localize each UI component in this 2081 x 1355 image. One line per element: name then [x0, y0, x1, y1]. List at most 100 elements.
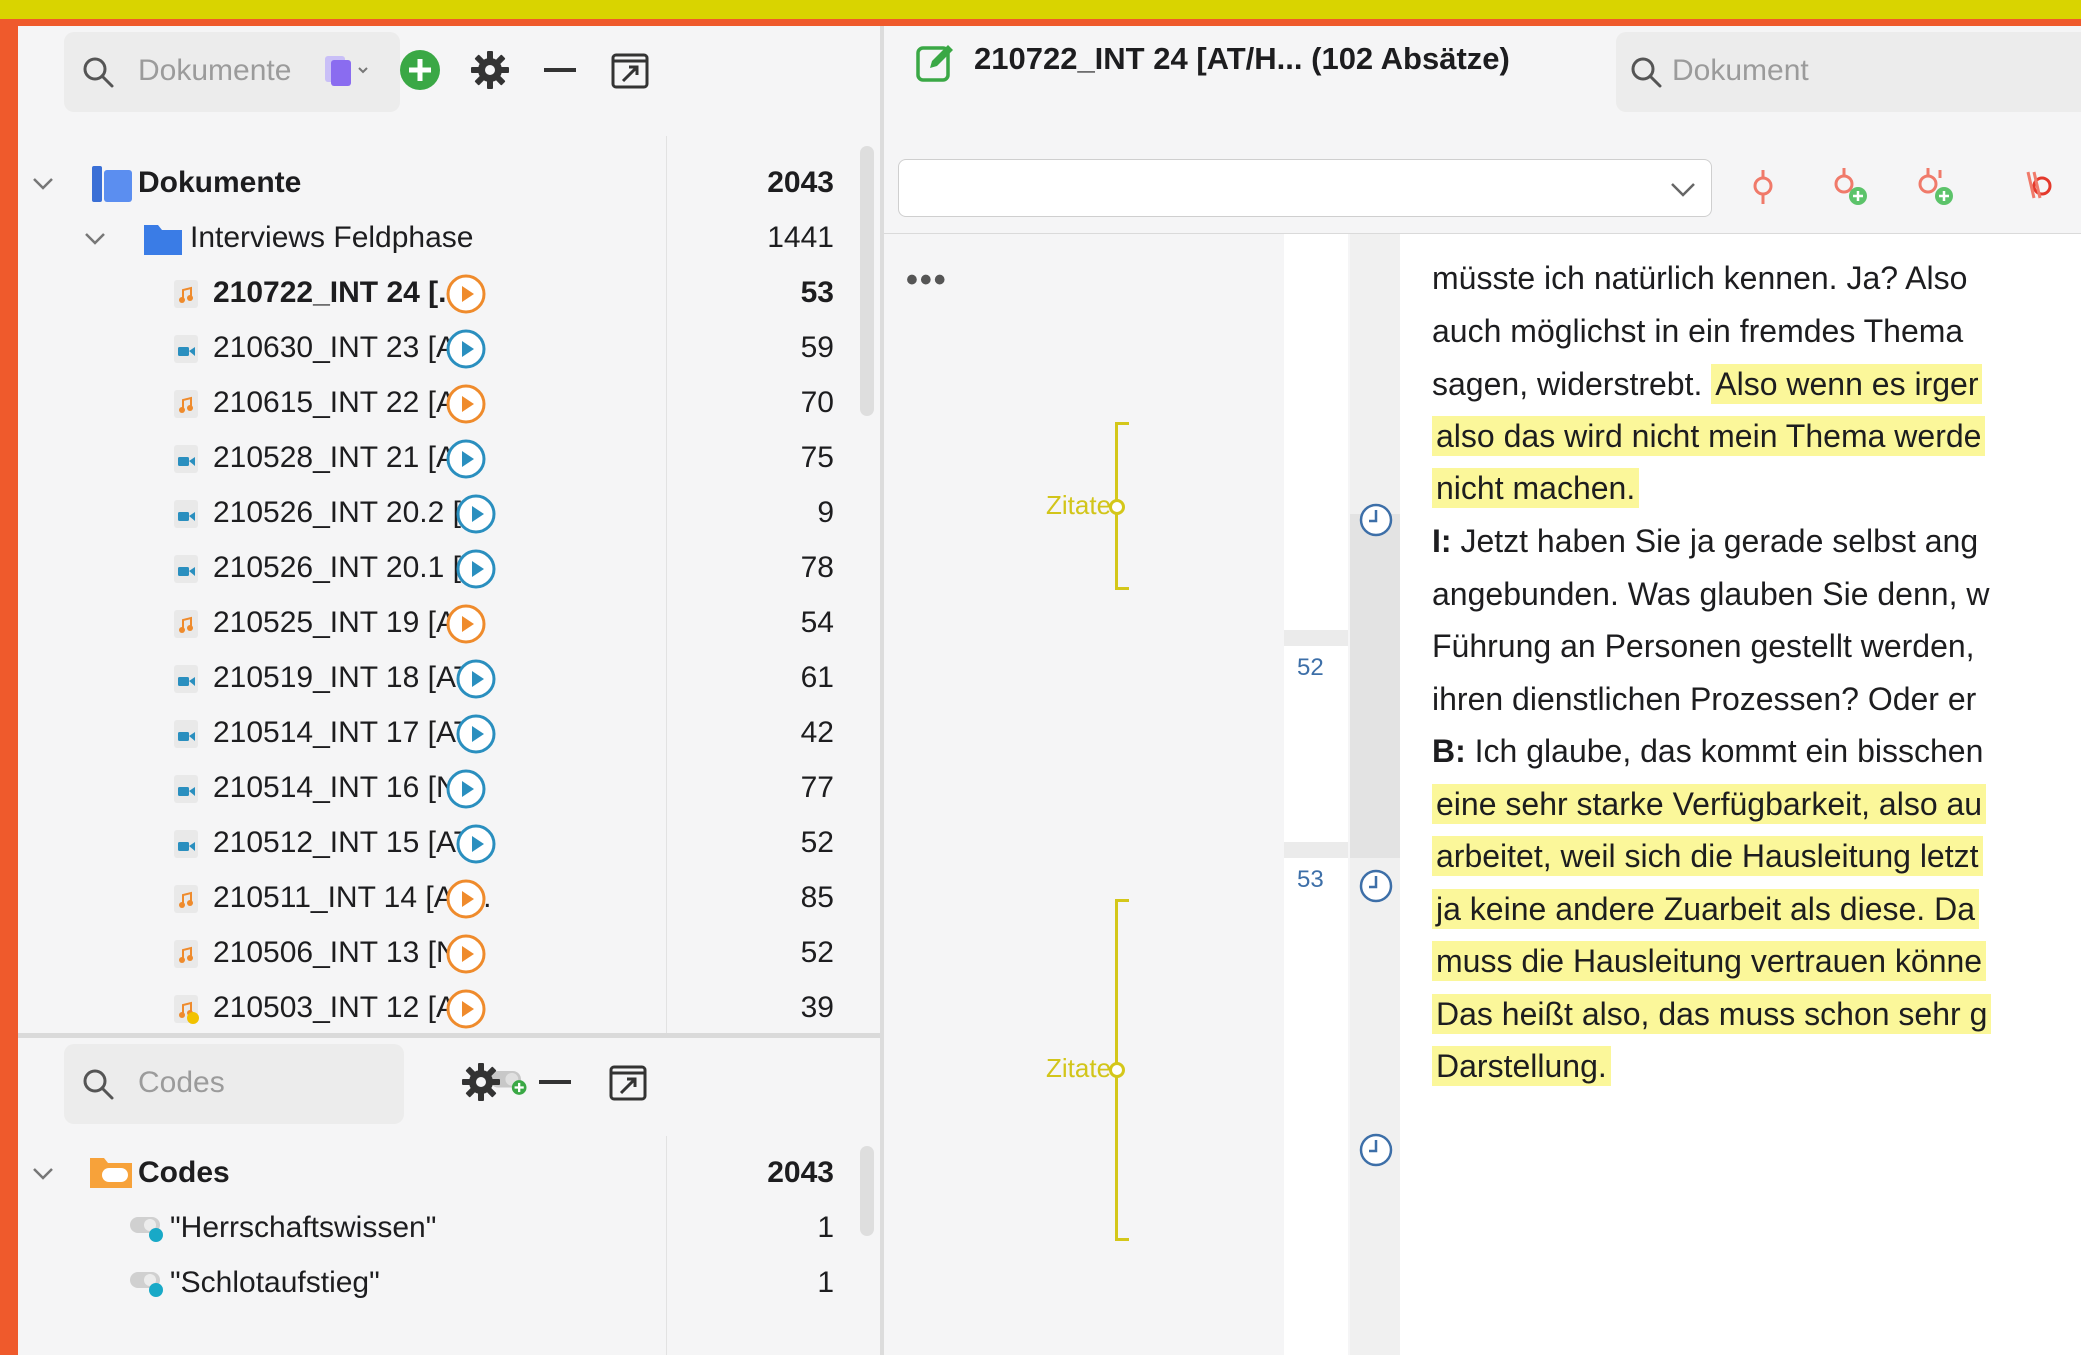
document-label: 210525_INT 19 [A...: [213, 606, 481, 639]
transcript-line[interactable]: sagen, widerstrebt. Also wenn es irger: [1432, 362, 1983, 406]
code-in-vivo-icon[interactable]: [1910, 164, 1960, 212]
document-row[interactable]: 210528_INT 21 [A... 75: [18, 431, 858, 486]
document-row[interactable]: 210511_INT 14 [AT... 85: [18, 871, 858, 926]
transcript-line[interactable]: auch möglichst in ein fremdes Thema: [1432, 309, 1963, 353]
document-row[interactable]: 210630_INT 23 [A... 59: [18, 321, 858, 376]
coding-stripe-anchor-2[interactable]: [1109, 1062, 1125, 1078]
coded-segment[interactable]: ja keine andere Zuarbeit als diese. Da: [1432, 889, 1979, 929]
code-with-new-code-icon[interactable]: [1824, 164, 1874, 212]
codes-settings-gear[interactable]: [459, 1060, 503, 1104]
document-row[interactable]: 210722_INT 24 [... 53: [18, 266, 858, 321]
document-row[interactable]: 210525_INT 19 [A... 54: [18, 596, 858, 651]
left-pane: Dokumente Dokumente 2043 Interviews Feld…: [18, 26, 880, 1355]
play-media-icon[interactable]: [455, 548, 497, 590]
play-media-icon[interactable]: [445, 383, 487, 425]
document-row[interactable]: 210506_INT 13 [N... 52: [18, 926, 858, 981]
line-text: ihren dienstlichen Prozessen? Oder er: [1432, 681, 1977, 717]
video-document-icon: [174, 335, 198, 363]
document-label: 210503_INT 12 [A...: [213, 991, 481, 1024]
play-media-icon[interactable]: [455, 658, 497, 700]
transcript-line[interactable]: I: Jetzt haben Sie ja gerade selbst ang: [1432, 519, 1978, 563]
code-selector-dropdown[interactable]: [898, 159, 1712, 217]
line-text: angebunden. Was glauben Sie denn, w: [1432, 576, 1990, 612]
chevron-down-icon[interactable]: [30, 170, 56, 196]
tree-folder-interviews[interactable]: Interviews Feldphase 1441: [18, 211, 858, 266]
transcript-line[interactable]: Darstellung.: [1432, 1044, 1611, 1088]
codes-scrollbar[interactable]: [860, 1146, 874, 1236]
transcript-line[interactable]: müsste ich natürlich kennen. Ja? Also: [1432, 256, 1967, 300]
paragraph-separator: [1284, 842, 1348, 858]
coded-segment[interactable]: eine sehr starke Verfügbarkeit, also au: [1432, 784, 1987, 824]
search-icon: [83, 1069, 114, 1100]
coding-stripe-label-1[interactable]: Zitate: [1046, 490, 1111, 521]
transcript-line[interactable]: angebunden. Was glauben Sie denn, w: [1432, 572, 1989, 616]
code-row[interactable]: "Schlotaufstieg" 1: [18, 1256, 858, 1311]
play-media-icon[interactable]: [455, 493, 497, 535]
more-options-button[interactable]: •••: [906, 261, 948, 300]
clock-icon[interactable]: [1356, 866, 1396, 906]
document-count: 77: [800, 771, 834, 804]
code-highlight-icon[interactable]: [1738, 164, 1788, 212]
play-media-icon[interactable]: [445, 273, 487, 315]
document-row[interactable]: 210514_INT 17 [AT... 42: [18, 706, 858, 761]
codes-popout-button[interactable]: [606, 1060, 650, 1104]
document-row[interactable]: 210503_INT 12 [A... 39: [18, 981, 858, 1033]
remove-code-icon[interactable]: [2014, 164, 2064, 212]
edit-document-icon[interactable]: [914, 40, 958, 84]
paragraph-separator: [1284, 630, 1348, 646]
transcript-line[interactable]: arbeitet, weil sich die Hausleitung letz…: [1432, 834, 1983, 878]
codes-search[interactable]: Codes: [64, 1044, 404, 1124]
document-search[interactable]: Dokument: [1616, 32, 2081, 112]
coded-segment[interactable]: arbeitet, weil sich die Hausleitung letz…: [1432, 836, 1983, 876]
transcript-line[interactable]: ihren dienstlichen Prozessen? Oder er: [1432, 677, 1976, 721]
clock-icon[interactable]: [1356, 1130, 1396, 1170]
document-label: 210722_INT 24 [...: [213, 276, 464, 309]
coded-segment[interactable]: also das wird nicht mein Thema werde: [1432, 416, 1986, 456]
tree-root-label: Dokumente: [138, 166, 302, 199]
code-row[interactable]: "Herrschaftswissen" 1: [18, 1201, 858, 1256]
chevron-down-icon[interactable]: [30, 1160, 56, 1186]
documents-scrollbar[interactable]: [860, 146, 874, 416]
document-row[interactable]: 210512_INT 15 [AT... 52: [18, 816, 858, 871]
codes-root[interactable]: Codes 2043: [18, 1146, 858, 1201]
document-count: 70: [800, 386, 834, 419]
coded-segment[interactable]: nicht machen.: [1432, 468, 1640, 508]
transcript-line[interactable]: also das wird nicht mein Thema werde: [1432, 414, 1986, 458]
play-media-icon[interactable]: [455, 713, 497, 755]
transcript-line[interactable]: B: Ich glaube, das kommt ein bisschen: [1432, 729, 1983, 773]
gear-icon: [462, 1063, 500, 1101]
codes-collapse-button[interactable]: [533, 1060, 577, 1104]
coding-stripe-label-2[interactable]: Zitate: [1046, 1053, 1111, 1084]
play-media-icon[interactable]: [445, 878, 487, 920]
clock-icon[interactable]: [1356, 500, 1396, 540]
coding-stripe-anchor-1[interactable]: [1109, 499, 1125, 515]
document-row[interactable]: 210526_INT 20.2 [... 9: [18, 486, 858, 541]
document-row[interactable]: 210526_INT 20.1 [... 78: [18, 541, 858, 596]
document-row[interactable]: 210514_INT 16 [N... 77: [18, 761, 858, 816]
coded-segment[interactable]: Das heißt also, das muss schon sehr g: [1432, 994, 1992, 1034]
play-media-icon[interactable]: [445, 603, 487, 645]
transcript-line[interactable]: eine sehr starke Verfügbarkeit, also au: [1432, 782, 1987, 826]
tree-root-dokumente[interactable]: Dokumente 2043: [18, 156, 858, 211]
document-count: 9: [817, 496, 834, 529]
document-label: 210519_INT 18 [AT...: [213, 661, 494, 694]
document-label: 210514_INT 16 [N...: [213, 771, 483, 804]
transcript-line[interactable]: ja keine andere Zuarbeit als diese. Da: [1432, 887, 1979, 931]
coded-segment[interactable]: muss die Hausleitung vertrauen könne: [1432, 941, 1987, 981]
transcript-line[interactable]: muss die Hausleitung vertrauen könne: [1432, 939, 1987, 983]
transcript-line[interactable]: Das heißt also, das muss schon sehr g: [1432, 992, 1992, 1036]
play-media-icon[interactable]: [445, 933, 487, 975]
play-media-icon[interactable]: [455, 823, 497, 865]
transcript-line[interactable]: nicht machen.: [1432, 466, 1640, 510]
play-media-icon[interactable]: [445, 438, 487, 480]
play-media-icon[interactable]: [445, 328, 487, 370]
document-row[interactable]: 210519_INT 18 [AT... 61: [18, 651, 858, 706]
folder-label: Interviews Feldphase: [190, 221, 474, 254]
transcript-line[interactable]: Führung an Personen gestellt werden,: [1432, 624, 1975, 668]
coded-segment[interactable]: Darstellung.: [1432, 1046, 1611, 1086]
play-media-icon[interactable]: [445, 768, 487, 810]
chevron-down-icon[interactable]: [82, 225, 108, 251]
play-media-icon[interactable]: [445, 988, 487, 1030]
document-row[interactable]: 210615_INT 22 [A... 70: [18, 376, 858, 431]
coded-segment[interactable]: Also wenn es irger: [1711, 364, 1983, 404]
